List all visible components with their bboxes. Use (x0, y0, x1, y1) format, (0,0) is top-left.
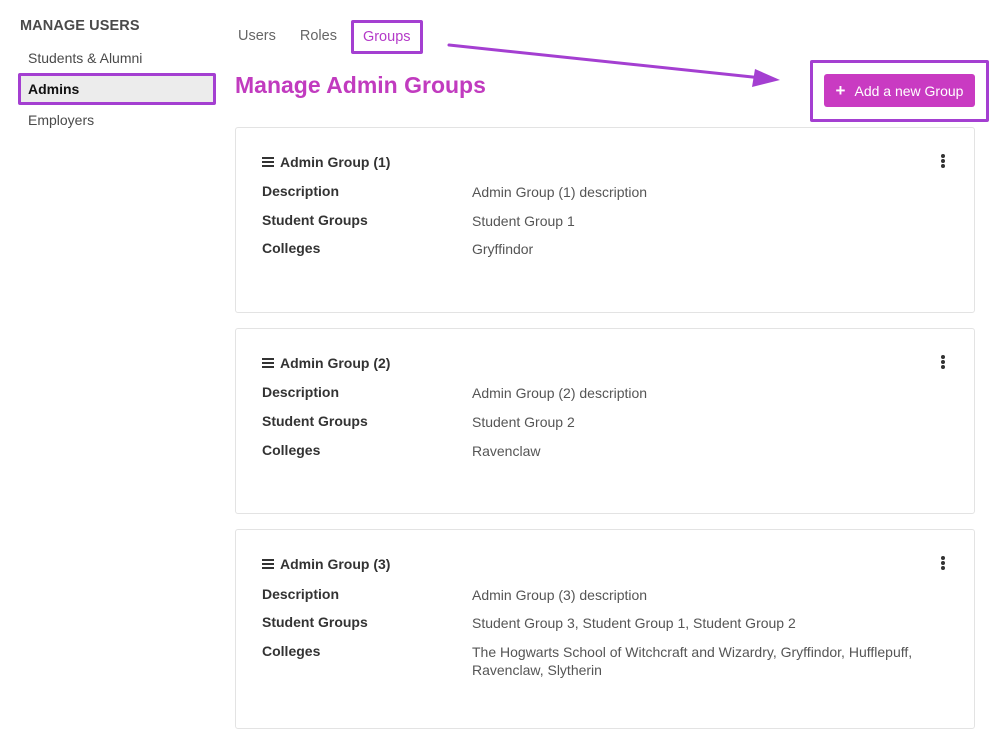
sidebar-title: MANAGE USERS (20, 18, 140, 34)
add-group-button[interactable]: + Add a new Group (824, 74, 975, 107)
group-name: Admin Group (1) (280, 154, 391, 170)
add-group-highlight: + Add a new Group (810, 60, 989, 122)
sidebar-item-employers[interactable]: Employers (18, 106, 218, 134)
student-groups-label: Student Groups (262, 413, 368, 429)
description-label: Description (262, 384, 340, 400)
sidebar: MANAGE USERS Students & Alumni Admins Em… (18, 18, 218, 134)
student-groups-row: Student Groups Student Group 1 (262, 212, 932, 230)
description-label: Description (262, 586, 340, 602)
student-groups-value: Student Group 3, Student Group 1, Studen… (472, 615, 796, 631)
drag-handle-icon[interactable] (262, 358, 274, 368)
plus-icon: + (835, 81, 846, 100)
student-groups-row: Student Groups Student Group 3, Student … (262, 614, 932, 632)
colleges-row: Colleges The Hogwarts School of Witchcra… (262, 643, 922, 679)
description-value: Admin Group (2) description (472, 385, 648, 401)
description-row: Description Admin Group (2) description (262, 384, 932, 402)
colleges-row: Colleges Ravenclaw (262, 442, 932, 460)
drag-handle-icon[interactable] (262, 157, 274, 167)
tab-groups[interactable]: Groups (350, 20, 423, 54)
group-card: Admin Group (2) Description Admin Group … (235, 328, 975, 514)
group-card-header: Admin Group (1) (262, 154, 390, 170)
colleges-row: Colleges Gryffindor (262, 240, 932, 258)
student-groups-value: Student Group 1 (472, 213, 575, 229)
drag-handle-icon[interactable] (262, 559, 274, 569)
tab-roles[interactable]: Roles (288, 20, 349, 54)
sidebar-item-students-alumni[interactable]: Students & Alumni (18, 44, 218, 72)
colleges-value: Ravenclaw (472, 443, 541, 459)
group-name: Admin Group (3) (280, 556, 391, 572)
group-card-header: Admin Group (3) (262, 556, 390, 572)
colleges-value: Gryffindor (472, 241, 534, 257)
sidebar-item-admins[interactable]: Admins (18, 73, 216, 105)
more-options-icon[interactable] (940, 355, 946, 369)
group-card: Admin Group (1) Description Admin Group … (235, 127, 975, 313)
group-card-header: Admin Group (2) (262, 355, 390, 371)
student-groups-value: Student Group 2 (472, 414, 575, 430)
description-label: Description (262, 183, 340, 199)
colleges-label: Colleges (262, 240, 321, 256)
tab-users[interactable]: Users (226, 20, 288, 54)
page-title: Manage Admin Groups (235, 72, 486, 98)
more-options-icon[interactable] (940, 154, 946, 168)
group-card: Admin Group (3) Description Admin Group … (235, 529, 975, 729)
description-value: Admin Group (1) description (472, 184, 648, 200)
description-value: Admin Group (3) description (472, 587, 648, 603)
more-options-icon[interactable] (940, 556, 946, 570)
add-group-label: Add a new Group (854, 82, 964, 99)
tab-bar: Users Roles Groups (226, 20, 423, 54)
colleges-label: Colleges (262, 442, 321, 458)
description-row: Description Admin Group (3) description (262, 586, 932, 604)
student-groups-label: Student Groups (262, 614, 368, 630)
group-name: Admin Group (2) (280, 355, 391, 371)
colleges-value: The Hogwarts School of Witchcraft and Wi… (472, 644, 913, 678)
colleges-label: Colleges (262, 643, 321, 659)
student-groups-label: Student Groups (262, 212, 368, 228)
description-row: Description Admin Group (1) description (262, 183, 932, 201)
student-groups-row: Student Groups Student Group 2 (262, 413, 932, 431)
